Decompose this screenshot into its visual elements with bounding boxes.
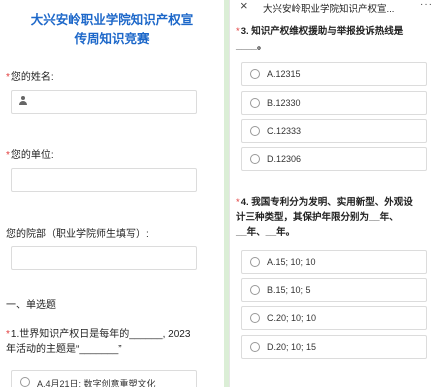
radio-button[interactable] xyxy=(250,154,260,164)
question-3-line1: 知识产权维权援助与举报投诉热线是 xyxy=(251,26,404,37)
question-4-number: 4. xyxy=(240,197,249,208)
question-1: *1.世界知识产权日是每年的______, 2023 年活动的主题是“_____… xyxy=(6,327,216,357)
q3-option-a[interactable]: A.12315 xyxy=(241,62,427,86)
unit-label-text: 您的单位: xyxy=(10,150,54,161)
question-3-number: 3. xyxy=(240,26,249,37)
question-4-line1: 我国专利分为发明、实用新型、外观设 xyxy=(251,197,413,208)
dept-label: 您的院部（职业学院师生填写）: xyxy=(6,229,149,240)
radio-button[interactable] xyxy=(250,98,260,108)
required-mark: * xyxy=(236,26,240,37)
user-icon xyxy=(18,96,28,107)
q4-option-c[interactable]: C.20; 10; 10 xyxy=(241,306,427,330)
survey-title-line1: 大兴安岭职业学院知识产权宣 xyxy=(30,13,194,27)
name-input[interactable] xyxy=(11,90,197,114)
q3-option-c[interactable]: C.12333 xyxy=(241,119,427,143)
radio-button[interactable] xyxy=(250,126,260,136)
topbar-title: 大兴安岭职业学院知识产权宣... xyxy=(263,4,395,15)
option-label: A.12315 xyxy=(267,69,301,79)
question-3: *3. 知识产权维权援助与举报投诉热线是 ____。 xyxy=(236,24,430,54)
required-mark: * xyxy=(236,197,240,208)
close-icon[interactable]: × xyxy=(240,0,248,13)
option-label: C.12333 xyxy=(267,126,302,136)
q3-option-d[interactable]: D.12306 xyxy=(241,147,427,171)
section-heading: 一、单选题 xyxy=(6,300,56,311)
question-1-line2: 年活动的主题是“_______” xyxy=(6,344,122,355)
unit-input[interactable] xyxy=(11,168,197,192)
question-4: *4. 我国专利分为发明、实用新型、外观设 计三种类型，其保护年限分别为__年、… xyxy=(236,195,430,240)
option-label: D.12306 xyxy=(267,154,302,164)
option-label: D.20; 10; 15 xyxy=(267,342,317,352)
survey-form-left: 大兴安岭职业学院知识产权宣 传周知识竞赛 *您的姓名: *您的单位: 您的院部（… xyxy=(0,0,224,387)
radio-button[interactable] xyxy=(250,69,260,79)
radio-button[interactable] xyxy=(250,342,260,352)
option-label: A.4月21日; 数字创意重塑文化 xyxy=(37,379,156,387)
option-label: B.15; 10; 5 xyxy=(267,285,311,295)
option-label: C.20; 10; 10 xyxy=(267,313,317,323)
q4-option-a[interactable]: A.15; 10; 10 xyxy=(241,250,427,274)
required-mark: * xyxy=(6,329,10,340)
required-mark: * xyxy=(6,150,10,161)
radio-button[interactable] xyxy=(250,285,260,295)
radio-button[interactable] xyxy=(250,313,260,323)
more-icon[interactable]: ··· xyxy=(420,0,433,10)
question-4-line3: __年、__年。 xyxy=(236,227,296,238)
survey-title-line2: 传周知识竞赛 xyxy=(74,32,150,46)
dept-input[interactable] xyxy=(11,246,197,270)
unit-label: *您的单位: xyxy=(6,146,54,161)
q1-option-a[interactable]: A.4月21日; 数字创意重塑文化 xyxy=(11,370,197,387)
question-1-number: 1. xyxy=(10,329,20,340)
question-1-line1: 世界知识产权日是每年的______, 2023 xyxy=(19,329,191,340)
top-bar: × 大兴安岭职业学院知识产权宣... ··· xyxy=(230,0,441,16)
radio-button[interactable] xyxy=(20,377,30,387)
name-label: *您的姓名: xyxy=(6,68,54,83)
question-4-line2: 计三种类型，其保护年限分别为__年、 xyxy=(236,212,399,223)
q4-option-d[interactable]: D.20; 10; 15 xyxy=(241,335,427,359)
q3-option-b[interactable]: B.12330 xyxy=(241,91,427,115)
survey-form-right: × 大兴安岭职业学院知识产权宣... ··· *3. 知识产权维权援助与举报投诉… xyxy=(229,0,441,387)
required-mark: * xyxy=(6,72,10,83)
radio-button[interactable] xyxy=(250,257,260,267)
option-label: A.15; 10; 10 xyxy=(267,257,316,267)
question-3-line2: ____。 xyxy=(236,41,267,52)
q4-option-b[interactable]: B.15; 10; 5 xyxy=(241,278,427,302)
name-label-text: 您的姓名: xyxy=(10,72,54,83)
option-label: B.12330 xyxy=(267,98,301,108)
